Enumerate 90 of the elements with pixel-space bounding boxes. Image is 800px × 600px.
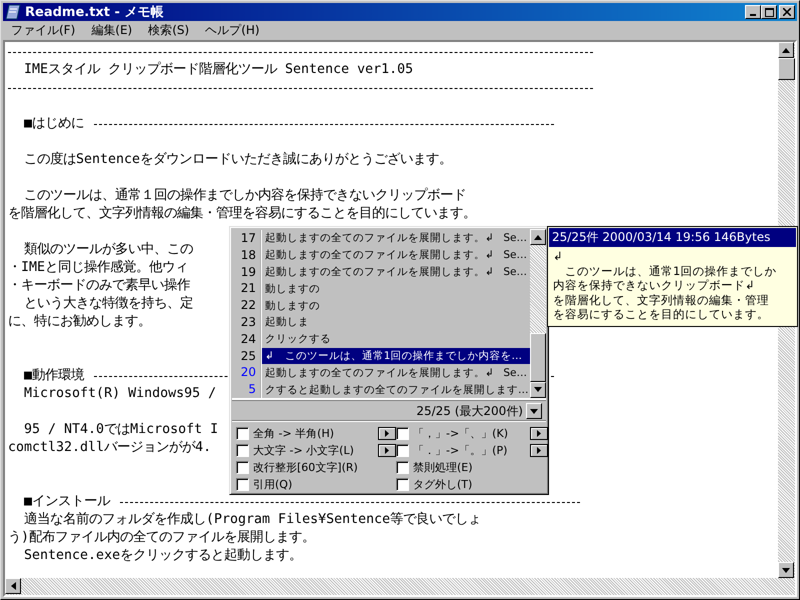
checkbox[interactable]	[396, 478, 409, 491]
right-arrow-icon	[537, 446, 541, 454]
tooltip-header: 25/25件 2000/03/14 19:56 146Bytes	[549, 228, 796, 247]
tooltip-line: を容易にすることを目的にしています。	[553, 307, 770, 322]
menu-item[interactable]: ファイル(F)	[5, 22, 82, 39]
text-line: という大きな特徴を持ち、定	[23, 295, 194, 313]
text-line: Microsoft(R) Windows95 /	[23, 385, 218, 403]
item-number: 20	[232, 364, 262, 382]
down-arrow-icon	[782, 568, 790, 572]
tooltip-line: を階層化して、文字列情報の編集・管理	[553, 292, 770, 307]
scroll-thumb[interactable]	[530, 333, 546, 382]
checkbox[interactable]	[236, 478, 249, 491]
option-label: 引用(Q)	[253, 476, 292, 492]
item-number: 18	[232, 246, 262, 264]
item-number: 24	[232, 330, 262, 348]
right-arrow-icon	[537, 430, 541, 437]
text-line: う)配布ファイル内の全てのファイルを展開します。	[8, 529, 316, 547]
clip-item[interactable]: 起動しますの全てのファイルを展開します。↲ Se…	[262, 230, 530, 247]
item-number: 22	[232, 297, 262, 314]
option-label: 改行整形[60文字](R)	[253, 460, 358, 475]
maximize-button[interactable]	[761, 5, 777, 19]
down-arrow-icon	[534, 387, 542, 392]
section-heading: ■動作環境	[23, 367, 84, 385]
text-line: comctl32.dllバージョンがが4.	[8, 439, 212, 457]
clip-item[interactable]: 起動しますの全てのファイルを展開します。↲ Se…	[262, 264, 530, 280]
menu-item[interactable]: 編集(E)	[85, 22, 138, 39]
text-line: この度はSentenceをダウンロードいただき誠にありがとうございます。	[23, 151, 452, 169]
clip-item[interactable]: 動しますの	[262, 280, 530, 298]
item-number: 23	[232, 314, 262, 331]
maximize-icon	[764, 8, 774, 16]
checkbox[interactable]	[396, 460, 409, 474]
close-button[interactable]	[779, 5, 795, 19]
horizontal-scrollbar[interactable]	[5, 578, 795, 595]
close-icon	[783, 8, 791, 16]
tooltip-line: ↲	[553, 249, 564, 264]
text-line: に、特にお勧めします。	[8, 313, 151, 331]
text-line: を階層化して、文字列情報の編集・管理を容易にすることを目的にしています。	[8, 205, 476, 223]
submenu-button[interactable]	[378, 444, 396, 457]
tooltip-line: 内容を保持できないクリップボード↲	[553, 278, 756, 292]
clip-item[interactable]: クすると起動しますの全てのファイルを展開します…	[262, 381, 530, 398]
minimize-button[interactable]	[745, 5, 761, 19]
dropdown-button[interactable]	[526, 403, 542, 420]
text-line: 適当な名前のフォルダを作成し(Program Files¥Sentence等で良いでしょ	[23, 511, 482, 529]
notepad-icon	[5, 4, 21, 20]
item-number: 19	[232, 264, 262, 280]
caret-icon	[530, 408, 538, 414]
option-label: タグ外し(T)	[413, 476, 472, 492]
clip-item[interactable]: 起動しますの全てのファイルを展開します。↲ Se…	[262, 364, 530, 382]
checkbox[interactable]	[236, 460, 249, 474]
clip-item[interactable]: 起動しま	[262, 314, 530, 331]
submenu-button[interactable]	[378, 426, 396, 440]
text-line: Sentence.exeをクリックすると起動します。	[23, 547, 302, 565]
right-arrow-icon	[385, 446, 389, 454]
item-number: 5	[232, 381, 262, 398]
submenu-button[interactable]	[530, 444, 548, 457]
option-label: 「．」->「。」(P)	[413, 442, 508, 458]
text-line: ・IMEと同じ操作感覚。他ウィ	[8, 259, 188, 277]
tooltip-line: このツールは、通常1回の操作までしか	[564, 264, 778, 278]
option-label: 全角 -> 半角(H)	[253, 426, 334, 441]
item-count: 25/25 (最大200件)	[416, 402, 523, 420]
text-line: 類似のツールが多い中、この	[23, 241, 194, 259]
checkbox[interactable]	[236, 444, 249, 457]
clip-item[interactable]: 動しますの	[262, 297, 530, 314]
checkbox[interactable]	[396, 426, 409, 440]
text-line: ・キーボードのみで素早い操作	[8, 277, 190, 295]
list-scrollbar[interactable]	[530, 229, 546, 398]
option-label: 禁則処理(E)	[413, 460, 473, 475]
option-label: 「，」->「、」(K)	[413, 426, 508, 441]
scroll-thumb[interactable]	[778, 58, 795, 80]
clip-item[interactable]: ↲ このツールは、通常1回の操作までしか内容を…	[262, 348, 530, 364]
text-line: 95 / NT4.0ではMicrosoft I	[23, 421, 218, 439]
text-line: このツールは、通常１回の操作までしか内容を保持できないクリップボード	[23, 187, 466, 205]
up-arrow-icon	[782, 48, 790, 52]
section-heading: ■はじめに	[23, 115, 84, 133]
text-line: IMEスタイル クリップボード階層化ツール Sentence ver1.05	[23, 61, 414, 79]
checkbox[interactable]	[396, 444, 409, 457]
menu-item[interactable]: ヘルプ(H)	[199, 22, 266, 39]
menu-item[interactable]: 検索(S)	[142, 22, 196, 39]
section-heading: ■インストール	[23, 493, 110, 511]
left-arrow-icon	[10, 582, 16, 590]
up-arrow-icon	[534, 234, 542, 240]
clip-item[interactable]: 起動しますの全てのファイルを展開します。↲ Se…	[262, 246, 530, 264]
window-title: Readme.txt - メモ帳	[25, 4, 164, 21]
right-arrow-icon	[385, 430, 389, 437]
item-number: 21	[232, 280, 262, 298]
checkbox[interactable]	[236, 426, 249, 440]
item-number: 17	[232, 230, 262, 247]
option-label: 大文字 -> 小文字(L)	[253, 442, 354, 458]
clip-item[interactable]: クリックする	[262, 330, 530, 348]
submenu-button[interactable]	[530, 426, 548, 440]
